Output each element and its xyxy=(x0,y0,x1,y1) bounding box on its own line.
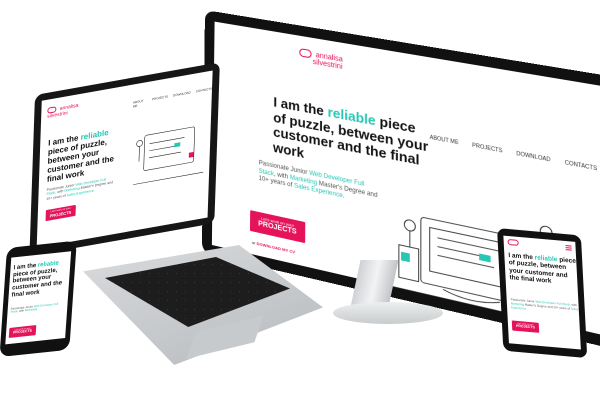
nav-projects[interactable]: PROJECTS xyxy=(152,94,168,105)
website-phone: I am the reliable piece of puzzle, betwe… xyxy=(5,251,71,344)
phone-body: I am the reliable piece of puzzle, betwe… xyxy=(0,240,77,358)
website-tablet: I am the reliable piece of puzzle, betwe… xyxy=(503,236,581,350)
tablet-screen: I am the reliable piece of puzzle, betwe… xyxy=(503,235,581,350)
nav-contacts[interactable]: CONTACTS xyxy=(196,87,212,98)
headline-suffix: piece of puzzle, between your customer a… xyxy=(11,267,63,299)
smartphone: I am the reliable piece of puzzle, betwe… xyxy=(0,240,87,358)
nav-about[interactable]: ABOUT ME xyxy=(430,134,459,146)
nav-download[interactable]: DOWNLOAD xyxy=(516,151,550,164)
projects-cta-button[interactable]: Let's work on your PROJECTS xyxy=(511,320,540,333)
main-nav: ABOUT ME PROJECTS DOWNLOAD CONTACTS xyxy=(133,87,212,109)
laptop-screen: annalisa silvestrini ABOUT ME PROJECTS D… xyxy=(36,70,213,248)
hero-illustration xyxy=(133,126,204,185)
nav-download[interactable]: DOWNLOAD xyxy=(173,90,191,101)
website-laptop: annalisa silvestrini ABOUT ME PROJECTS D… xyxy=(37,70,213,247)
tablet-body: I am the reliable piece of puzzle, betwe… xyxy=(497,228,588,359)
sub-end: . xyxy=(342,193,345,200)
logo-mark-icon xyxy=(507,238,519,246)
monitor-stand-base xyxy=(333,302,443,324)
site-logo[interactable]: annalisa silvestrini xyxy=(299,48,343,72)
sub-highlight-2: Marketing xyxy=(24,307,38,313)
main-nav: ABOUT ME PROJECTS DOWNLOAD CONTACTS xyxy=(430,134,597,172)
hero-headline: I am the reliable piece of puzzle, betwe… xyxy=(11,259,69,299)
projects-cta-button[interactable]: Let's work on your PROJECTS xyxy=(45,204,76,222)
laptop-lid: annalisa silvestrini ABOUT ME PROJECTS D… xyxy=(29,62,220,257)
site-logo[interactable]: annalisa silvestrini xyxy=(47,102,78,120)
tablet: I am the reliable piece of puzzle, betwe… xyxy=(497,228,588,359)
hero-headline: I am the reliable piece of puzzle, betwe… xyxy=(508,252,579,287)
logo-mark-icon xyxy=(299,48,312,59)
phone-screen: I am the reliable piece of puzzle, betwe… xyxy=(5,251,72,345)
hero-subtitle: Passionate Junior Web Developer Full Sta… xyxy=(10,302,66,315)
cta-big-label: PROJECTS xyxy=(515,323,535,330)
cta-big-label: PROJECTS xyxy=(12,328,32,335)
nav-contacts[interactable]: CONTACTS xyxy=(565,160,597,173)
site-logo[interactable] xyxy=(507,238,521,246)
nav-about[interactable]: ABOUT ME xyxy=(133,98,147,109)
nav-projects[interactable]: PROJECTS xyxy=(472,142,502,154)
hamburger-menu-icon[interactable] xyxy=(565,245,572,252)
projects-cta-button[interactable]: Let's work on your PROJECTS xyxy=(8,325,37,339)
hero-subtitle: Passionate Junior Web Developer Full Sta… xyxy=(511,297,579,315)
